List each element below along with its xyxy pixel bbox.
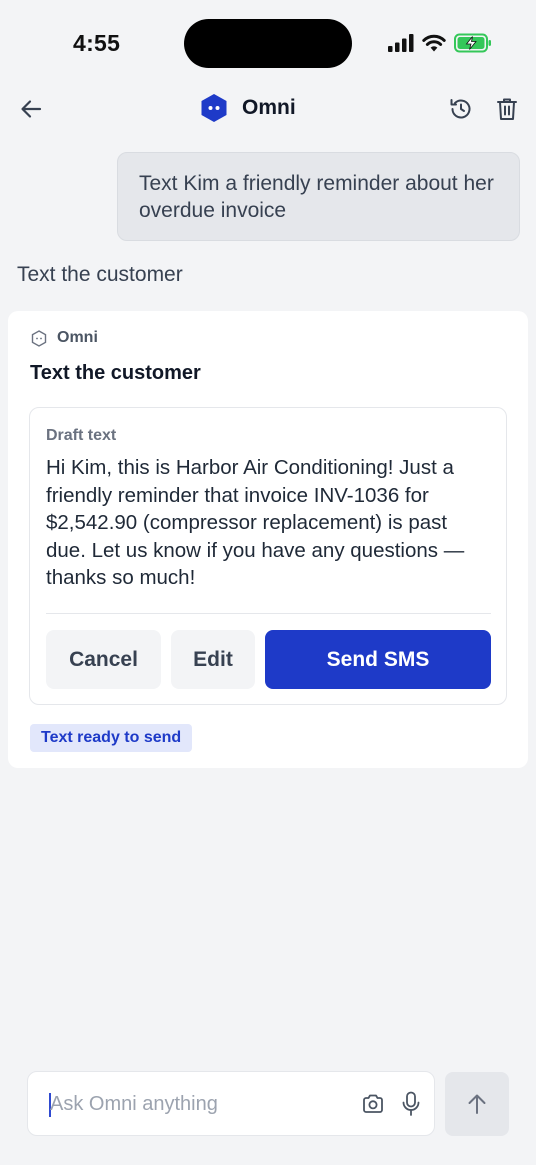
cellular-signal-icon <box>388 34 414 52</box>
draft-message-text: Hi Kim, this is Harbor Air Conditioning!… <box>46 456 465 590</box>
wifi-icon <box>422 34 446 52</box>
status-time: 4:55 <box>73 30 121 56</box>
edit-button[interactable]: Edit <box>171 630 255 689</box>
screen: 4:55 Omni Text Kim a friendly reminder a… <box>0 0 536 1165</box>
status-icons <box>388 31 492 55</box>
draft-panel: Draft text Hi Kim, this is Harbor Air Co… <box>29 407 507 705</box>
send-sms-button[interactable]: Send SMS <box>265 630 491 689</box>
ask-omni-input[interactable] <box>50 1084 350 1124</box>
nav-header: Omni <box>0 84 536 132</box>
back-arrow-icon[interactable] <box>18 96 44 122</box>
divider <box>46 613 491 614</box>
history-icon[interactable] <box>448 96 474 122</box>
battery-charging-icon <box>454 33 491 53</box>
status-badge: Text ready to send <box>30 724 193 752</box>
card-agent-name: Omni <box>57 329 98 346</box>
page-title: Omni <box>242 96 296 119</box>
dynamic-island <box>184 19 352 68</box>
microphone-icon[interactable] <box>401 1091 421 1117</box>
user-message-bubble: Text Kim a friendly reminder about her o… <box>117 152 520 241</box>
status-bar: 4:55 <box>0 0 536 88</box>
card-title: Text the customer <box>30 362 201 384</box>
action-card: Omni Text the customer Draft text Hi Kim… <box>8 311 528 768</box>
card-agent-header: Omni <box>31 329 98 347</box>
send-message-button[interactable] <box>445 1072 509 1136</box>
assistant-response-label: Text the customer <box>17 263 183 286</box>
arrow-up-icon <box>468 1094 486 1114</box>
header-title-group: Omni <box>200 93 296 123</box>
trash-icon[interactable] <box>495 96 519 122</box>
chat-composer <box>27 1071 435 1136</box>
omni-logo-icon <box>201 94 227 122</box>
camera-icon[interactable] <box>361 1092 385 1116</box>
cancel-button[interactable]: Cancel <box>46 630 161 689</box>
omni-outline-icon <box>31 329 47 347</box>
draft-label: Draft text <box>46 427 117 444</box>
